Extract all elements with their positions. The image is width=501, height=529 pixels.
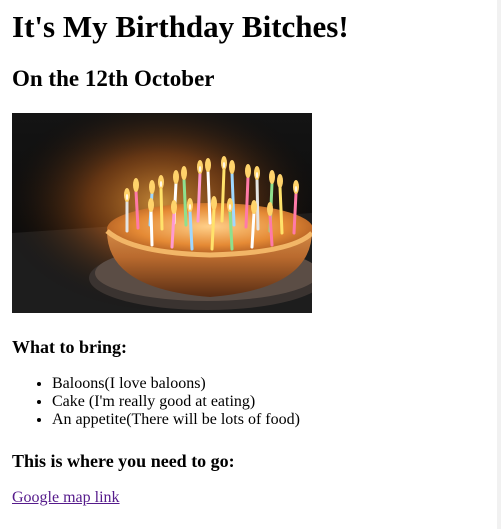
google-map-link[interactable]: Google map link — [12, 489, 120, 507]
birthday-cake-image — [12, 113, 312, 313]
list-item: Cake (I'm really good at eating) — [52, 393, 300, 411]
directions-heading: This is where you need to go: — [12, 451, 235, 471]
page-title: It's My Birthday Bitches! — [12, 9, 349, 44]
date-heading: On the 12th October — [12, 66, 215, 91]
bring-list: Baloons(I love baloons) Cake (I'm really… — [12, 375, 300, 429]
scrollbar[interactable] — [497, 0, 501, 529]
list-item: Baloons(I love baloons) — [52, 375, 300, 393]
list-item: An appetite(There will be lots of food) — [52, 411, 300, 429]
birthday-cake-photo — [12, 113, 312, 313]
what-to-bring-heading: What to bring: — [12, 337, 128, 357]
